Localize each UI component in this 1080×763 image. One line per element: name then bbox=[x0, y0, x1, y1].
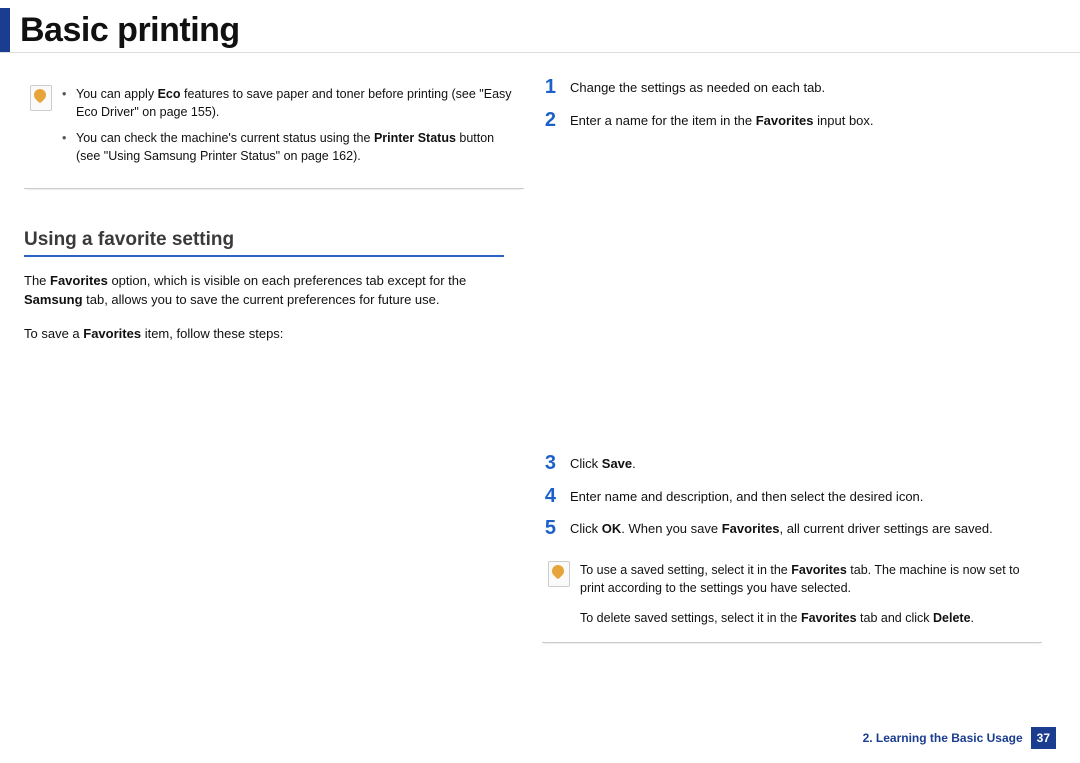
step-text: Click OK. When you save Favorites, all c… bbox=[570, 518, 993, 539]
chapter-label: 2. Learning the Basic Usage bbox=[863, 731, 1023, 745]
step-number: 3 bbox=[542, 453, 556, 474]
step-item: 1 Change the settings as needed on each … bbox=[542, 77, 1042, 98]
tip-note-box: To use a saved setting, select it in the… bbox=[542, 553, 1042, 642]
left-column: You can apply Eco features to save paper… bbox=[24, 77, 524, 643]
page-number-badge: 37 bbox=[1031, 727, 1056, 749]
body-paragraph: The Favorites option, which is visible o… bbox=[24, 271, 524, 310]
note-icon bbox=[30, 85, 52, 111]
tip-note-box: You can apply Eco features to save paper… bbox=[24, 77, 524, 189]
body-paragraph: To save a Favorites item, follow these s… bbox=[24, 324, 524, 344]
page-title: Basic printing bbox=[20, 11, 240, 50]
page-footer: 2. Learning the Basic Usage 37 bbox=[863, 727, 1056, 749]
step-number: 1 bbox=[542, 77, 556, 98]
content-columns: You can apply Eco features to save paper… bbox=[0, 53, 1080, 643]
steps-group-a: 1 Change the settings as needed on each … bbox=[542, 77, 1042, 131]
section-heading: Using a favorite setting bbox=[24, 229, 504, 257]
note-icon bbox=[548, 561, 570, 587]
right-column: 1 Change the settings as needed on each … bbox=[542, 77, 1042, 643]
layout-spacer bbox=[542, 143, 1042, 453]
step-number: 5 bbox=[542, 518, 556, 539]
steps-group-b: 3 Click Save. 4 Enter name and descripti… bbox=[542, 453, 1042, 540]
note-paragraph: To delete saved settings, select it in t… bbox=[580, 609, 1036, 627]
step-item: 5 Click OK. When you save Favorites, all… bbox=[542, 518, 1042, 539]
step-text: Enter a name for the item in the Favorit… bbox=[570, 110, 874, 131]
note-item: You can apply Eco features to save paper… bbox=[62, 85, 518, 121]
step-item: 3 Click Save. bbox=[542, 453, 1042, 474]
step-text: Enter name and description, and then sel… bbox=[570, 486, 923, 507]
step-number: 2 bbox=[542, 110, 556, 131]
note-body: You can apply Eco features to save paper… bbox=[62, 85, 518, 174]
header-accent-bar bbox=[0, 8, 10, 52]
step-item: 4 Enter name and description, and then s… bbox=[542, 486, 1042, 507]
step-item: 2 Enter a name for the item in the Favor… bbox=[542, 110, 1042, 131]
note-body: To use a saved setting, select it in the… bbox=[580, 561, 1036, 627]
note-paragraph: To use a saved setting, select it in the… bbox=[580, 561, 1036, 597]
page-header: Basic printing bbox=[0, 0, 1080, 53]
note-item: You can check the machine's current stat… bbox=[62, 129, 518, 165]
step-text: Change the settings as needed on each ta… bbox=[570, 77, 825, 98]
step-number: 4 bbox=[542, 486, 556, 507]
step-text: Click Save. bbox=[570, 453, 636, 474]
